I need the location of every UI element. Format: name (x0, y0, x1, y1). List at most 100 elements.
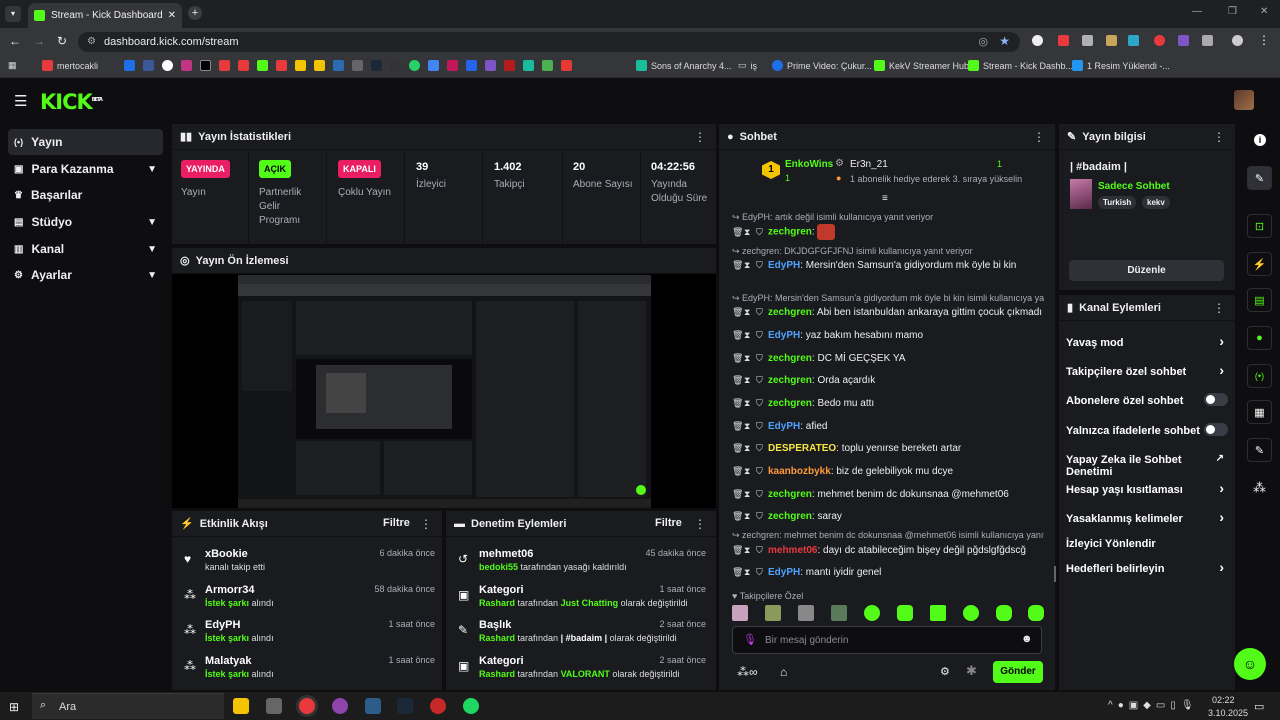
chat-input-box[interactable]: 🎙 Bir mesaj gönderin ☻ (732, 626, 1042, 654)
clock-time[interactable]: 02:22 (1212, 695, 1235, 705)
activity-user[interactable]: EdyPH (205, 619, 240, 631)
channel-action-item[interactable]: Hedefleri belirleyin › (1066, 559, 1228, 575)
category-name[interactable]: Sadece Sohbet (1098, 181, 1170, 192)
ban-shield-icon[interactable]: ⛉ (756, 544, 765, 557)
delete-icon[interactable]: 🗑 (732, 544, 743, 557)
timeout-icon[interactable]: ⧗ (744, 488, 753, 501)
bookmark-favicons[interactable] (124, 60, 572, 71)
emote-icon[interactable] (864, 605, 880, 621)
ban-shield-icon[interactable]: ⛉ (756, 352, 765, 365)
shield-settings-icon[interactable]: ✱ (966, 663, 977, 679)
activity-user[interactable]: Armorr34 (205, 584, 255, 596)
puzzle-icon[interactable] (1202, 35, 1213, 46)
emote-icon[interactable] (798, 605, 814, 621)
chat-username[interactable]: zechgren (768, 511, 812, 522)
close-window-button[interactable]: ✕ (1260, 6, 1268, 17)
wrench-icon[interactable]: ✎ (1247, 438, 1272, 462)
delete-icon[interactable]: 🗑 (732, 566, 743, 579)
chat-username[interactable]: mehmet06 (768, 545, 817, 556)
ban-shield-icon[interactable]: ⛉ (756, 329, 765, 342)
new-tab-button[interactable]: + (188, 6, 202, 20)
bookmark-star-icon[interactable]: ★ (999, 34, 1010, 48)
toggle-switch[interactable] (1204, 423, 1228, 436)
extension-icon[interactable] (1128, 35, 1139, 46)
chat-username[interactable]: zechgren (768, 375, 812, 386)
emote-icon[interactable] (963, 605, 979, 621)
ban-shield-icon[interactable]: ⛉ (756, 566, 765, 579)
mic-icon[interactable]: 🎙 (743, 633, 757, 646)
chat-username[interactable]: DESPERATEO (768, 443, 836, 454)
chat-username[interactable]: kaanbozbykk (768, 466, 831, 477)
support-chat-button[interactable]: ☺ (1234, 648, 1266, 680)
ban-shield-icon[interactable]: ⛉ (756, 259, 765, 272)
chat-username[interactable]: EdyPH (768, 260, 800, 271)
more-options-icon[interactable]: ⋮ (1213, 301, 1225, 315)
gifter-name[interactable]: Er3n_21 (850, 159, 888, 170)
delete-icon[interactable]: 🗑 (732, 420, 743, 433)
timeout-icon[interactable]: ⧗ (744, 397, 753, 410)
sidebar-item-kanal[interactable]: ▥ Kanal ▼ (8, 236, 163, 262)
moderation-filter-button[interactable]: Filtre (655, 517, 682, 529)
app-icon[interactable] (365, 698, 381, 714)
bookmark-item[interactable]: Stream - Kick Dashb... (968, 60, 1073, 71)
timeout-icon[interactable]: ⧗ (744, 465, 753, 478)
extension-icon[interactable] (1082, 35, 1093, 46)
delete-icon[interactable]: 🗑 (732, 306, 743, 319)
emote-icon[interactable] (996, 605, 1012, 621)
chat-username[interactable]: zechgren (768, 489, 812, 500)
bookmark-item[interactable]: KekV Streamer Hub (874, 60, 969, 71)
timeout-icon[interactable]: ⧗ (744, 544, 753, 557)
timeout-icon[interactable]: ⧗ (744, 442, 753, 455)
chat-scrollbar[interactable] (1054, 566, 1056, 582)
more-options-icon[interactable]: ⋮ (1033, 130, 1045, 144)
forward-icon[interactable]: → (33, 34, 45, 48)
eye-off-icon[interactable]: ◎ (978, 35, 988, 48)
delete-icon[interactable]: 🗑 (732, 397, 743, 410)
chat-username[interactable]: zechgren (768, 307, 812, 318)
toggle-switch[interactable] (1204, 393, 1228, 406)
ban-shield-icon[interactable]: ⛉ (756, 374, 765, 387)
chat-username[interactable]: zechgren (768, 353, 812, 364)
stream-preview-video[interactable] (238, 275, 651, 508)
emoji-icon[interactable]: ☻ (1021, 633, 1033, 645)
timeout-icon[interactable]: ⧗ (744, 374, 753, 387)
adblock-icon[interactable] (1058, 35, 1069, 46)
sidebar-item-basarilar[interactable]: ♛ Başarılar (8, 182, 163, 208)
delete-icon[interactable]: 🗑 (732, 259, 743, 272)
delete-icon[interactable]: 🗑 (732, 465, 743, 478)
shop-icon[interactable]: ⌂ (780, 665, 787, 679)
settings-icon[interactable]: ⚙ (940, 665, 950, 678)
delete-icon[interactable]: 🗑 (732, 442, 743, 455)
document-icon[interactable]: ▤ (1247, 288, 1272, 312)
info-icon[interactable]: i (1254, 134, 1266, 146)
chat-username[interactable]: EdyPH (768, 567, 800, 578)
tab-close-icon[interactable]: ✕ (168, 10, 176, 21)
ban-shield-icon[interactable]: ⛉ (756, 465, 765, 478)
ban-shield-icon[interactable]: ⛉ (756, 488, 765, 501)
emote-icon[interactable] (897, 605, 913, 621)
timeout-icon[interactable]: ⧗ (744, 226, 753, 239)
sidebar-item-ayarlar[interactable]: ⚙ Ayarlar ▼ (8, 262, 163, 288)
activity-filter-button[interactable]: Filtre (383, 517, 410, 529)
browser-tab[interactable]: Stream - Kick Dashboard ✕ (28, 3, 182, 28)
sidebar-item-para-kazanma[interactable]: ▣ Para Kazanma ▼ (8, 156, 163, 182)
delete-icon[interactable]: 🗑 (732, 488, 743, 501)
bookmark-item[interactable]: Prime Video: Çukur... (772, 60, 872, 71)
ban-shield-icon[interactable]: ⛉ (756, 397, 765, 410)
ban-shield-icon[interactable]: ⛉ (756, 226, 765, 239)
chat-username[interactable]: EdyPH (768, 421, 800, 432)
bookmark-item[interactable]: Sons of Anarchy 4... (636, 60, 732, 71)
lightning-icon[interactable]: ⚡ (1247, 252, 1272, 276)
back-icon[interactable]: ← (9, 34, 21, 48)
ban-shield-icon[interactable]: ⛉ (756, 442, 765, 455)
timeout-icon[interactable]: ⧗ (744, 352, 753, 365)
maximize-button[interactable]: ❐ (1228, 6, 1237, 17)
kick-logo[interactable]: KICKBETA (40, 90, 103, 114)
obs-icon[interactable] (332, 698, 348, 714)
more-options-icon[interactable]: ⋮ (694, 517, 706, 531)
clock-date[interactable]: 3.10.2025 (1208, 708, 1248, 718)
moderation-subject[interactable]: mehmet06 (479, 548, 533, 560)
delete-icon[interactable]: 🗑 (732, 329, 743, 342)
ban-shield-icon[interactable]: ⛉ (756, 510, 765, 523)
edit-button[interactable]: Düzenle (1069, 260, 1224, 281)
